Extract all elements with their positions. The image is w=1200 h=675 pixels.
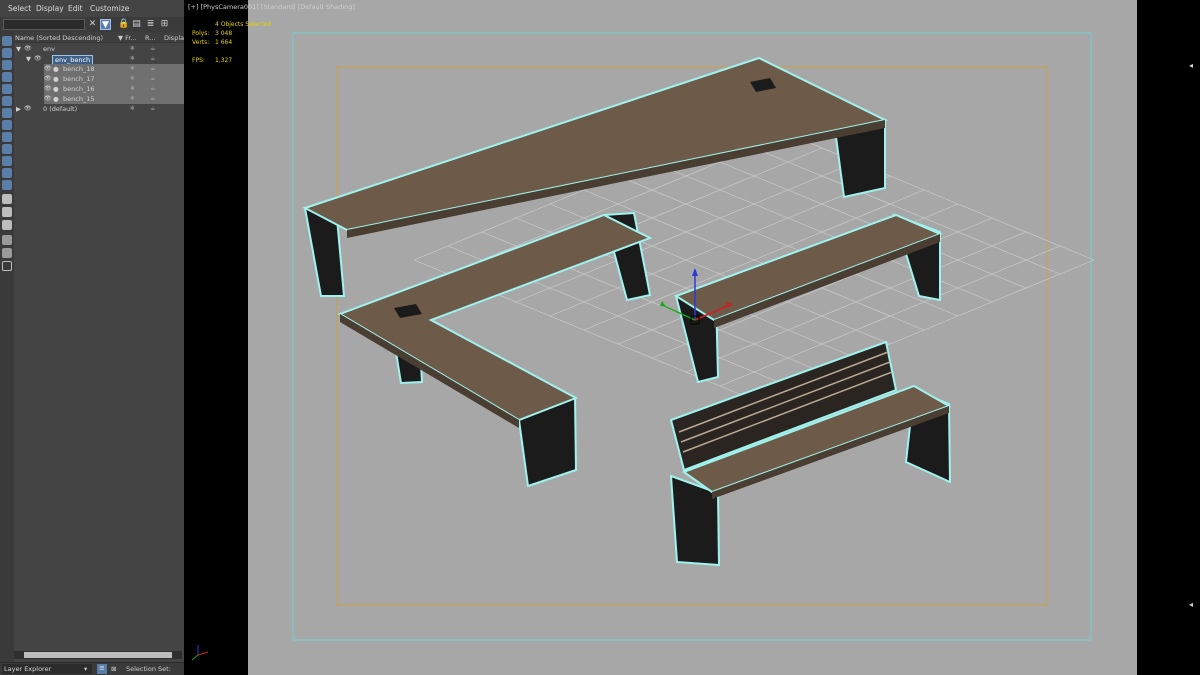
teapot-icon[interactable]: ☕ <box>150 85 155 92</box>
selection-set-label: Selection Set: <box>126 665 171 673</box>
eye-icon[interactable]: 👁 <box>44 85 52 92</box>
scene-explorer-panel: Select Display Edit Customize ✕ ▼ 🔒 ▤ ≣ … <box>0 0 184 675</box>
explorer-toolbar: ✕ ▼ 🔒 ▤ ≣ ⊞ <box>0 17 184 32</box>
freeze-icon[interactable]: ❄ <box>130 95 135 102</box>
explorer-selector[interactable]: Layer Explorer ▾ <box>2 664 92 674</box>
xrefs-filter-icon[interactable] <box>2 120 12 130</box>
eye-icon[interactable]: 👁 <box>24 45 32 52</box>
layers-toggle-icon[interactable]: ≡ <box>97 664 107 674</box>
groups-filter-icon[interactable] <box>2 108 12 118</box>
viewport[interactable]: [+] [PhysCamera001] [Standard] [Default … <box>184 0 1137 675</box>
bench-straight[interactable] <box>673 213 943 384</box>
tree-row[interactable]: 👁 ● bench_16 ❄ ☕ <box>44 84 184 94</box>
invert-display-icon[interactable] <box>2 220 12 230</box>
lights-filter-icon[interactable] <box>2 60 12 70</box>
hierarchy-icon[interactable]: ⊞ <box>159 19 170 30</box>
freeze-icon[interactable]: ❄ <box>130 75 135 82</box>
frozen-filter-icon[interactable] <box>2 156 12 166</box>
row-label: bench_18 <box>63 65 95 73</box>
bones-filter-icon[interactable] <box>2 132 12 142</box>
cameras-filter-icon[interactable] <box>2 72 12 82</box>
column-display[interactable]: Displa <box>164 34 184 42</box>
tree-row[interactable]: 👁 ● bench_18 ❄ ☕ <box>44 64 184 74</box>
teapot-icon[interactable]: ☕ <box>150 65 155 72</box>
eye-icon[interactable]: 👁 <box>44 75 52 82</box>
menu-display[interactable]: Display <box>36 4 64 13</box>
row-label: env <box>43 45 55 53</box>
freeze-icon[interactable]: ❄ <box>130 45 135 52</box>
layers-icon[interactable]: ▤ <box>131 19 142 30</box>
geometry-filter-icon[interactable] <box>2 36 12 46</box>
column-frozen[interactable]: ▼ Fr... <box>118 34 137 42</box>
teapot-icon[interactable]: ☕ <box>150 95 155 102</box>
expand-icon[interactable]: ▼ <box>26 55 31 63</box>
tree-row[interactable]: 👁 ● bench_17 ❄ ☕ <box>44 74 184 84</box>
layer-tree: Name (Sorted Descending) ▼ Fr... R... Di… <box>14 32 184 652</box>
axis-tripod-icon <box>191 645 209 661</box>
explorer-bottom-bar: Layer Explorer ▾ ≡ ⊠ Selection Set: <box>0 662 184 675</box>
hierarchy-toggle-icon[interactable]: ⊠ <box>111 665 116 673</box>
shapes-filter-icon[interactable] <box>2 48 12 58</box>
hidden-filter-icon[interactable] <box>2 168 12 178</box>
row-label: bench_16 <box>63 85 95 93</box>
eye-icon[interactable]: 👁 <box>34 55 42 62</box>
tree-row[interactable]: 👁 ● bench_15 ❄ ☕ <box>44 94 184 104</box>
object-dot-icon: ● <box>53 65 59 73</box>
collapse-arrow-icon[interactable]: ▶ <box>16 105 21 113</box>
command-panel: ◂ ◂ <box>1137 0 1200 675</box>
column-render[interactable]: R... <box>145 34 155 42</box>
filter-toolbar-strip <box>0 32 14 662</box>
object-dot-icon: ● <box>53 85 59 93</box>
teapot-icon[interactable]: ☕ <box>150 105 155 112</box>
dropdown-icon[interactable]: ▾ <box>84 665 87 673</box>
filter-options-icon[interactable] <box>2 248 12 258</box>
tree-row[interactable]: ▼ 👁 env_bench ❄ ☕ <box>14 54 184 65</box>
freeze-icon[interactable]: ❄ <box>130 85 135 92</box>
teapot-icon[interactable]: ☕ <box>150 45 155 52</box>
helpers-filter-icon[interactable] <box>2 84 12 94</box>
visible-filter-icon[interactable] <box>2 180 12 190</box>
freeze-icon[interactable]: ❄ <box>130 105 135 112</box>
object-dot-icon: ● <box>53 95 59 103</box>
freeze-icon[interactable]: ❄ <box>130 55 135 62</box>
menu-select[interactable]: Select <box>8 4 31 13</box>
layer-stack-icon[interactable]: ≣ <box>145 19 156 30</box>
scrollbar-thumb[interactable] <box>24 652 172 658</box>
menu-customize[interactable]: Customize <box>90 4 129 13</box>
freeze-icon[interactable]: ❄ <box>130 65 135 72</box>
menu-edit[interactable]: Edit <box>68 4 83 13</box>
expand-left-icon[interactable]: ◂ <box>1189 61 1193 70</box>
display-none-icon[interactable] <box>2 207 12 217</box>
eye-icon[interactable]: 👁 <box>24 105 32 112</box>
selection-box-icon[interactable] <box>2 261 12 271</box>
object-dot-icon: ● <box>53 75 59 83</box>
expand-left-icon[interactable]: ◂ <box>1189 600 1193 609</box>
lock-icon[interactable]: 🔒 <box>118 19 129 30</box>
eye-icon[interactable]: 👁 <box>44 95 52 102</box>
row-label: bench_15 <box>63 95 95 103</box>
search-input[interactable] <box>3 19 85 30</box>
scene-render[interactable] <box>184 0 1137 675</box>
close-icon[interactable]: ✕ <box>87 19 98 30</box>
tree-row[interactable]: ▶ 👁 0 (default) ❄ ☕ <box>14 104 184 114</box>
teapot-icon[interactable]: ☕ <box>150 75 155 82</box>
row-label: 0 (default) <box>43 105 78 113</box>
tree-header: Name (Sorted Descending) ▼ Fr... R... Di… <box>14 32 184 43</box>
bench-l-middle[interactable] <box>337 211 653 488</box>
expand-icon[interactable]: ▼ <box>16 45 21 53</box>
horizontal-scrollbar[interactable] <box>14 651 182 659</box>
tree-row[interactable]: ▼ 👁 env ❄ ☕ <box>14 44 184 54</box>
display-all-icon[interactable] <box>2 194 12 204</box>
row-label: bench_17 <box>63 75 95 83</box>
containers-filter-icon[interactable] <box>2 144 12 154</box>
funnel-icon[interactable] <box>2 235 12 245</box>
column-name[interactable]: Name (Sorted Descending) <box>15 34 103 42</box>
teapot-icon[interactable]: ☕ <box>150 55 155 62</box>
explorer-name: Layer Explorer <box>4 665 52 673</box>
filter-icon[interactable]: ▼ <box>100 19 111 30</box>
explorer-menubar: Select Display Edit Customize <box>0 0 184 17</box>
eye-icon[interactable]: 👁 <box>44 65 52 72</box>
spacewarps-filter-icon[interactable] <box>2 96 12 106</box>
